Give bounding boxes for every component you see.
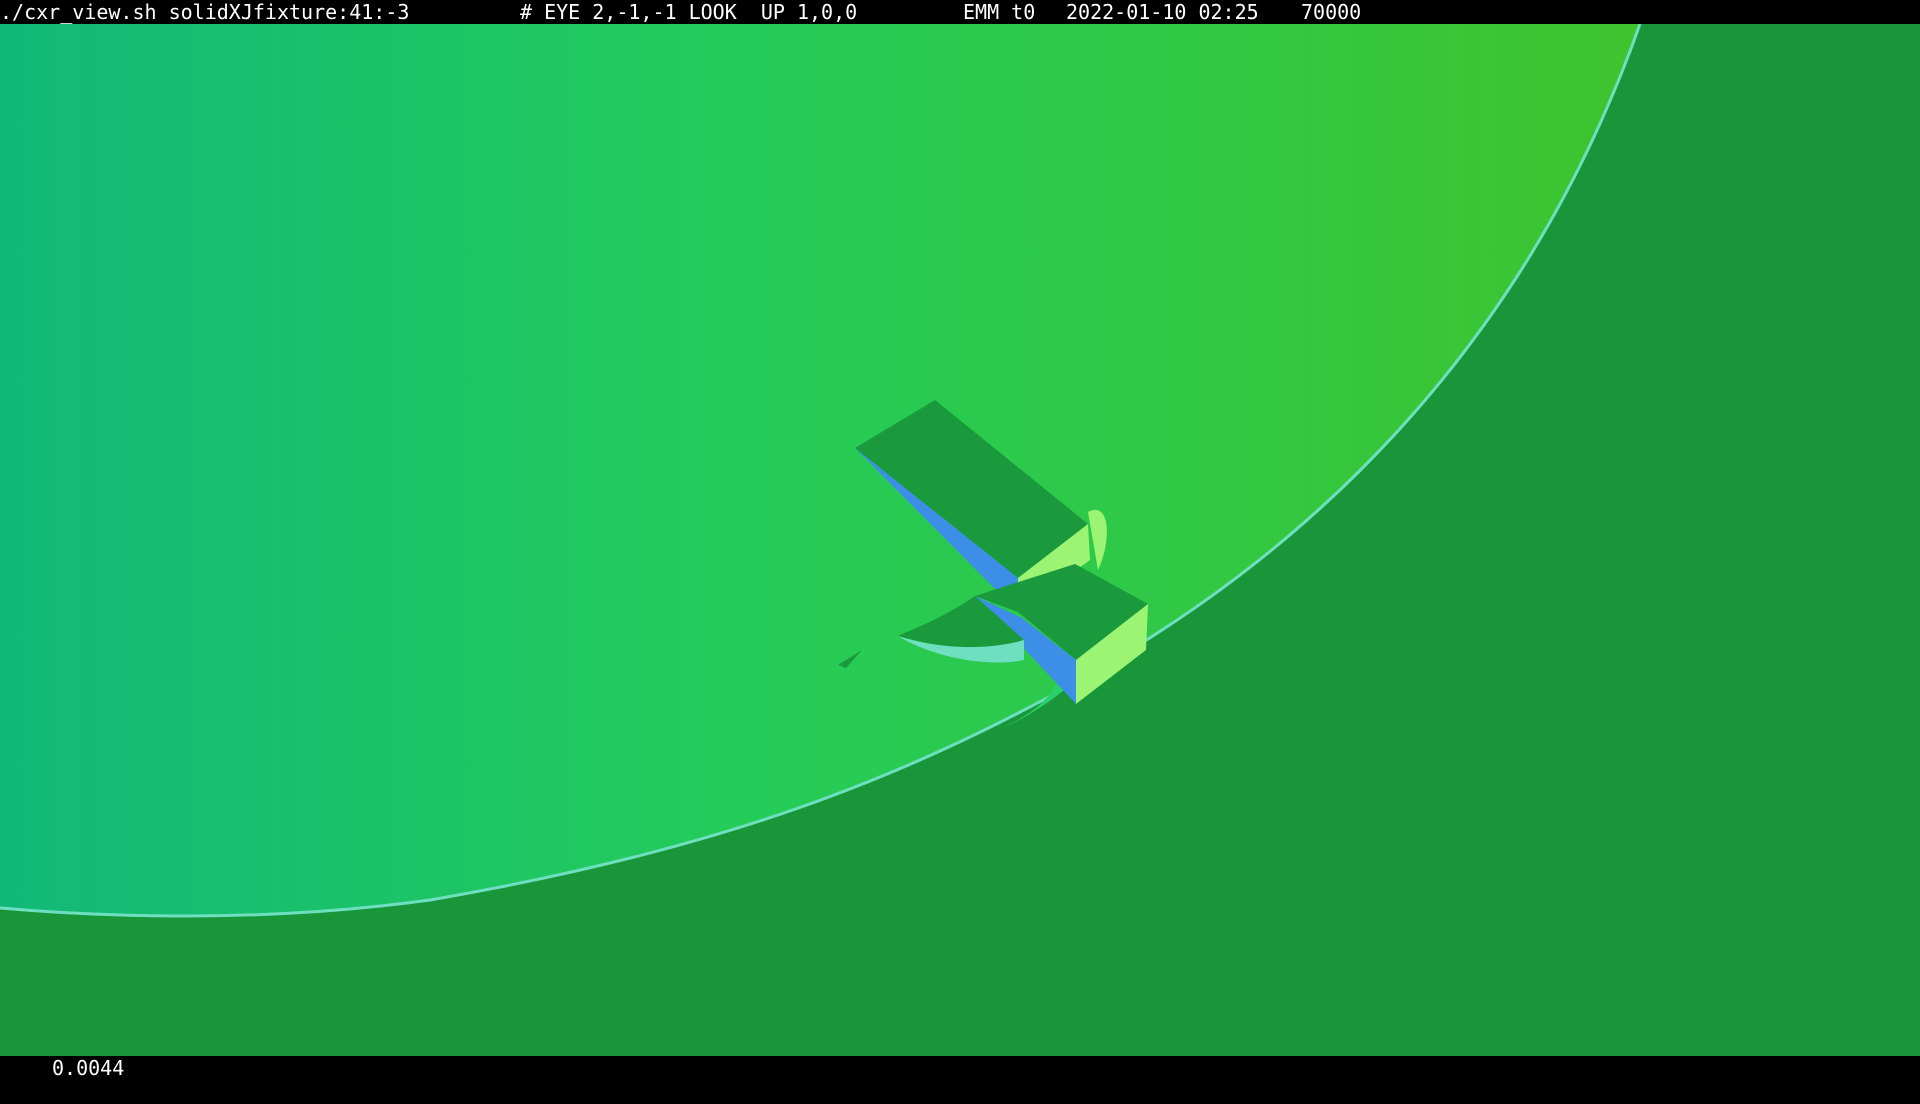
status-footer: 0.0044: [0, 1056, 1920, 1080]
count-text: 70000: [1301, 0, 1362, 24]
footer-value: 0.0044: [52, 1056, 125, 1080]
mode-text: EMM t0: [963, 0, 1036, 24]
camera-text: # EYE 2,-1,-1 LOOK UP 1,0,0: [520, 0, 858, 24]
datetime-text: 2022-01-10 02:25: [1066, 0, 1259, 24]
scene-canvas: [0, 24, 1920, 1056]
command-text: ./cxr_view.sh solidXJfixture:41:-3: [0, 0, 410, 24]
render-viewport[interactable]: [0, 24, 1920, 1056]
status-header: ./cxr_view.sh solidXJfixture:41:-3 # EYE…: [0, 0, 1920, 24]
